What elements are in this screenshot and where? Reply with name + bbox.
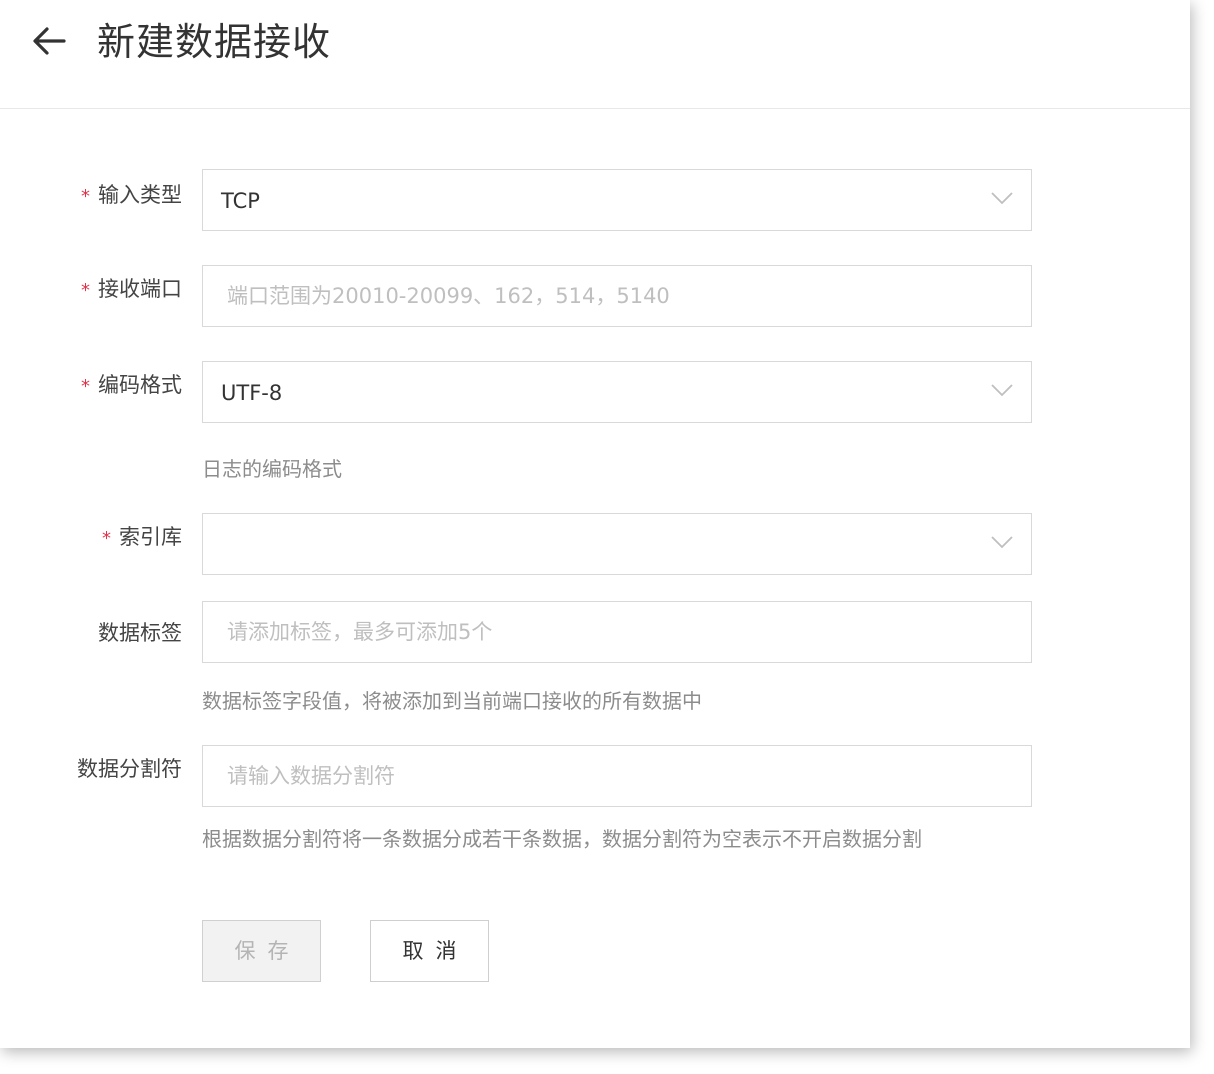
- input-type-label: * 输入类型: [81, 171, 182, 221]
- chevron-down-icon: [991, 536, 1013, 549]
- input-type-label-text: 输入类型: [98, 183, 182, 207]
- port-label: * 接收端口: [81, 265, 182, 315]
- page-header: 新建数据接收: [0, 0, 1190, 109]
- chevron-down-icon: [991, 384, 1013, 397]
- required-mark: *: [81, 280, 90, 301]
- delimiter-hint: 根据数据分割符将一条数据分成若干条数据，数据分割符为空表示不开启数据分割: [202, 827, 922, 851]
- form-panel: 新建数据接收 * 输入类型 TCP * 接收端口 * 编码格式 UTF-8: [0, 0, 1190, 1048]
- encoding-label-text: 编码格式: [98, 373, 182, 397]
- encoding-value: UTF-8: [221, 381, 283, 405]
- port-input[interactable]: [203, 266, 1031, 326]
- required-mark: *: [81, 376, 90, 397]
- encoding-hint: 日志的编码格式: [202, 457, 342, 481]
- index-label: * 索引库: [102, 513, 182, 563]
- arrow-left-icon: [33, 27, 66, 55]
- input-type-select[interactable]: TCP: [202, 169, 1032, 231]
- save-button[interactable]: 保存: [202, 920, 321, 982]
- back-button[interactable]: [28, 20, 72, 64]
- delimiter-input[interactable]: [203, 746, 1031, 806]
- index-label-text: 索引库: [119, 525, 182, 549]
- tags-input[interactable]: [203, 602, 1031, 662]
- cancel-button[interactable]: 取消: [370, 920, 489, 982]
- tags-field[interactable]: [202, 601, 1032, 663]
- required-mark: *: [102, 528, 111, 549]
- chevron-down-icon: [991, 192, 1013, 205]
- input-type-value: TCP: [221, 189, 260, 213]
- encoding-select[interactable]: UTF-8: [202, 361, 1032, 423]
- port-label-text: 接收端口: [98, 277, 182, 301]
- required-mark: *: [81, 186, 90, 207]
- delimiter-label: 数据分割符: [77, 757, 182, 781]
- tags-hint: 数据标签字段值，将被添加到当前端口接收的所有数据中: [202, 689, 702, 713]
- page-title: 新建数据接收: [97, 20, 332, 64]
- port-field[interactable]: [202, 265, 1032, 327]
- encoding-label: * 编码格式: [81, 361, 182, 411]
- tags-label: 数据标签: [98, 621, 182, 645]
- delimiter-field[interactable]: [202, 745, 1032, 807]
- index-select[interactable]: [202, 513, 1032, 575]
